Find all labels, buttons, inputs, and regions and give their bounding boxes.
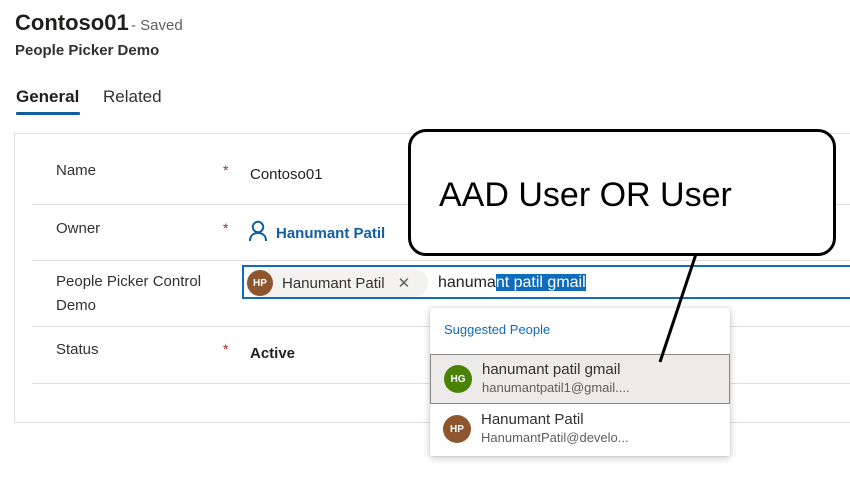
- annotation-callout: AAD User OR User: [408, 129, 836, 256]
- callout-text: AAD User OR User: [439, 176, 732, 214]
